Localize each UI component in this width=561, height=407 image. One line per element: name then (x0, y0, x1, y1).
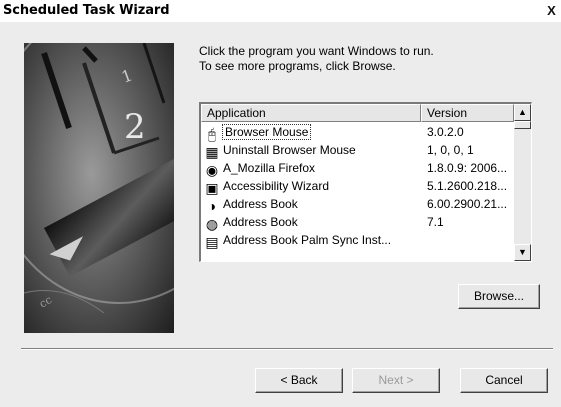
list-item-version: 6.00.2900.21... (427, 197, 508, 211)
address-book-icon: ◑ (207, 198, 217, 214)
list-item-application: Accessibility Wizard (223, 179, 330, 193)
list-item-application: A_Mozilla Firefox (223, 161, 316, 175)
list-item-version: 1.8.0.9: 2006... (427, 161, 508, 175)
list-item-version: 7.1 (427, 215, 444, 229)
next-button[interactable]: Next > (352, 368, 440, 393)
cancel-button[interactable]: Cancel (460, 368, 548, 393)
list-item[interactable]: ◍ Address Book 7.1 (201, 213, 514, 232)
vertical-scrollbar[interactable]: ▲ ▼ (514, 104, 531, 261)
list-item-app-cell: ▤ Address Book Palm Sync Inst... (203, 231, 391, 250)
palm-sync-icon: ▤ (205, 234, 219, 250)
address-book-icon: ◍ (205, 216, 219, 232)
browse-button[interactable]: Browse... (458, 284, 540, 309)
list-item[interactable]: 🖰 Browser Mouse 3.0.2.0 (201, 123, 514, 142)
title-bar[interactable]: Scheduled Task Wizard X (0, 0, 561, 22)
clock-and-pen-image: 2 3 1 cc (24, 43, 174, 333)
accessibility-icon: ▣ (205, 180, 219, 196)
instruction-line-1: Click the program you want Windows to ru… (199, 44, 434, 58)
firefox-icon: ◉ (205, 162, 219, 178)
uninstall-icon: ▦ (205, 144, 219, 160)
scroll-thumb[interactable] (514, 121, 531, 129)
list-item-app-cell: ▣ Accessibility Wizard (203, 177, 329, 196)
list-item[interactable]: ▣ Accessibility Wizard 5.1.2600.218... (201, 177, 514, 196)
list-item-version: 3.0.2.0 (427, 125, 464, 139)
scroll-up-button[interactable]: ▲ (514, 104, 531, 121)
list-item-app-cell: ◉ A_Mozilla Firefox (203, 159, 315, 178)
list-item-application: Browser Mouse (221, 124, 312, 140)
divider (21, 348, 553, 350)
application-list-body: Application Version 🖰 Browser Mouse 3.0.2… (201, 104, 514, 261)
wizard-window: Scheduled Task Wizard X 2 1 cc Click the… (0, 0, 561, 407)
list-item-version: 1, 0, 0, 1 (427, 143, 474, 157)
list-item-app-cell: ▦ Uninstall Browser Mouse (203, 141, 356, 160)
column-header-application[interactable]: Application (201, 104, 421, 122)
list-item-application: Address Book (223, 215, 298, 229)
list-item-application: Address Book Palm Sync Inst... (223, 233, 392, 247)
list-item-app-cell: ◍ Address Book (203, 213, 298, 232)
mouse-icon: 🖰 (207, 126, 217, 142)
scroll-down-button[interactable]: ▼ (514, 244, 531, 261)
arrow-up-icon: ▲ (518, 107, 527, 117)
svg-text:2: 2 (124, 107, 146, 147)
list-item[interactable]: ▤ Address Book Palm Sync Inst... (201, 231, 514, 250)
arrow-down-icon: ▼ (518, 247, 527, 257)
application-list[interactable]: Application Version 🖰 Browser Mouse 3.0.2… (199, 102, 532, 262)
list-header: Application Version (201, 104, 514, 122)
list-item[interactable]: ◑ Address Book 6.00.2900.21... (201, 195, 514, 214)
list-item[interactable]: ◉ A_Mozilla Firefox 1.8.0.9: 2006... (201, 159, 514, 178)
column-header-version[interactable]: Version (421, 104, 514, 122)
list-item-app-cell: 🖰 Browser Mouse (203, 123, 312, 142)
list-item-application: Uninstall Browser Mouse (223, 143, 356, 157)
list-item-application: Address Book (223, 197, 298, 211)
window-title: Scheduled Task Wizard (3, 3, 170, 18)
list-item-app-cell: ◑ Address Book (203, 195, 298, 214)
list-item[interactable]: ▦ Uninstall Browser Mouse 1, 0, 0, 1 (201, 141, 514, 160)
close-button[interactable]: X (544, 4, 559, 19)
instruction-text: Click the program you want Windows to ru… (199, 44, 539, 74)
back-button[interactable]: < Back (255, 368, 343, 393)
instruction-line-2: To see more programs, click Browse. (199, 59, 396, 73)
list-item-version: 5.1.2600.218... (427, 179, 508, 193)
wizard-illustration: 2 3 1 cc (24, 43, 174, 333)
